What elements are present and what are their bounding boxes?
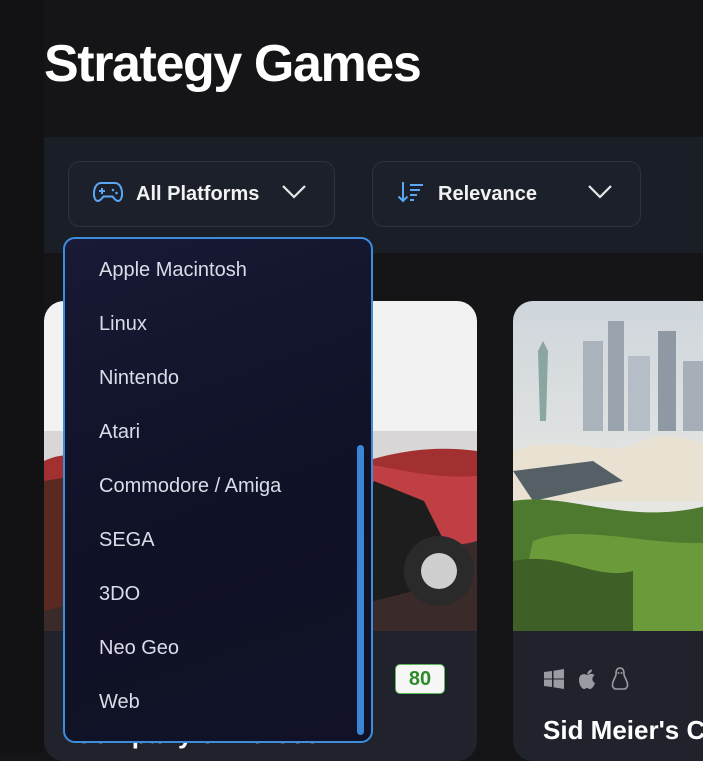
game-title[interactable]: Sid Meier's Civilization VI	[543, 715, 703, 746]
sort-descending-icon	[397, 180, 425, 209]
sort-button[interactable]: Relevance	[372, 161, 641, 227]
platform-option-atari[interactable]: Atari	[99, 421, 140, 444]
linux-icon	[610, 667, 630, 696]
sidebar-strip	[0, 0, 44, 753]
platform-option-linux[interactable]: Linux	[99, 313, 147, 336]
platform-option-3do[interactable]: 3DO	[99, 583, 140, 606]
windows-icon	[544, 669, 564, 694]
platform-option-neo-geo[interactable]: Neo Geo	[99, 637, 179, 660]
sort-label: Relevance	[438, 182, 537, 205]
platform-option-apple-macintosh[interactable]: Apple Macintosh	[99, 259, 247, 282]
dropdown-scrollbar[interactable]	[357, 445, 364, 735]
platform-filter-label: All Platforms	[136, 182, 260, 205]
platform-icons	[544, 667, 630, 696]
page-title: Strategy Games	[44, 35, 422, 93]
chevron-down-icon	[281, 184, 307, 205]
platform-option-commodore-amiga[interactable]: Commodore / Amiga	[99, 475, 281, 498]
platform-option-web[interactable]: Web	[99, 691, 140, 714]
platform-option-nintendo[interactable]: Nintendo	[99, 367, 179, 390]
gamepad-icon	[92, 181, 124, 208]
apple-icon	[577, 668, 597, 695]
game-cover-image	[513, 301, 703, 631]
platform-option-sega[interactable]: SEGA	[99, 529, 155, 552]
chevron-down-icon	[587, 184, 613, 205]
game-card[interactable]: Sid Meier's Civilization VI	[513, 301, 703, 761]
platform-dropdown-menu[interactable]: Apple Macintosh Linux Nintendo Atari Com…	[63, 237, 373, 743]
platform-filter-button[interactable]: All Platforms	[68, 161, 335, 227]
metascore-badge: 80	[395, 664, 445, 694]
